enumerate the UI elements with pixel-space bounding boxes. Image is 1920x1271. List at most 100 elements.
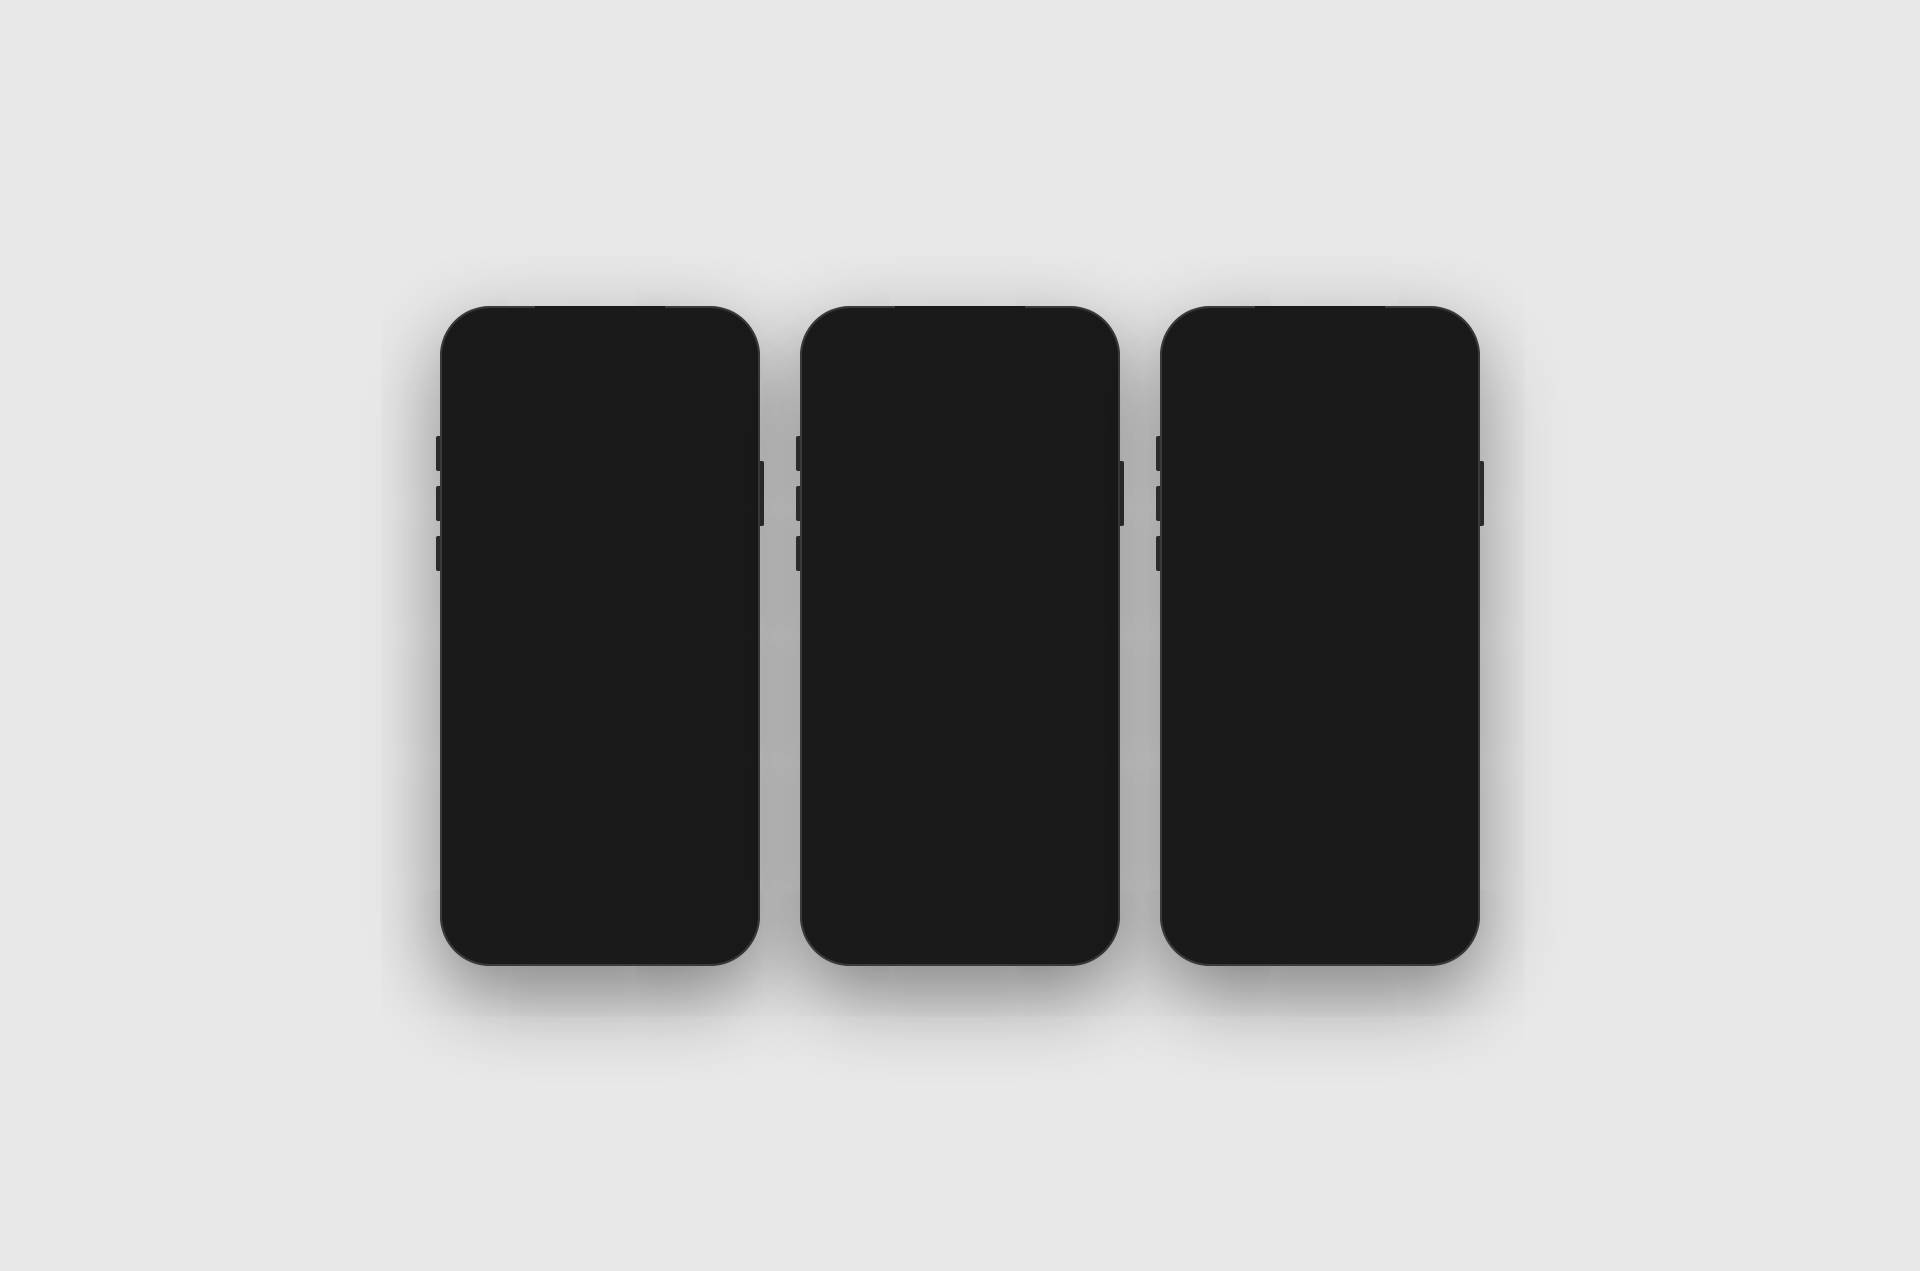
divider-2 [820, 420, 1100, 421]
menu-item-associate-convert[interactable]: Associate Convert [460, 633, 740, 682]
note-title-row-1: $ Affiliates and Deals [452, 384, 748, 428]
bear-label: Send to Bear [874, 636, 967, 654]
nav-search-icon-2[interactable] [1037, 352, 1055, 375]
nav-doc-icon-2[interactable] [828, 351, 846, 376]
fantastical-label: Event in Fantastical [874, 489, 1014, 507]
associate-convert-icon-2 [834, 822, 862, 850]
paste-icon [474, 545, 502, 573]
menu-item-associate-search-2[interactable]: Associate Search [820, 861, 1100, 910]
copy-icon [474, 496, 502, 524]
operations-button-2[interactable]: Operations [862, 921, 930, 937]
menu-item-bear[interactable]: ≡ Send to Bear [820, 621, 1100, 669]
phone-2-screen: 9:01 ▲ ▪▪▪ 📶 🔋 [812, 318, 1108, 954]
save-files-icon [834, 435, 862, 463]
blink-search-icon [474, 790, 502, 818]
plus-button-2[interactable]: + [1081, 919, 1092, 940]
divider-1 [460, 428, 740, 429]
note-title-1: Affiliates and Deals [510, 394, 667, 414]
menu-scroll-2: Save to Files as... 15 Event in Fantasti… [812, 425, 1108, 954]
menu-item-todos-things[interactable]: Todos in Things [820, 714, 1100, 763]
delete-button[interactable]: Delete [955, 673, 1019, 710]
eye-icon-2: 👁 [828, 921, 846, 938]
menu-item-blink-convert[interactable]: Blink Convert [460, 731, 740, 780]
status-bar-2: 9:01 ▲ ▪▪▪ 📶 🔋 [812, 318, 1108, 347]
keyboard-icon [474, 447, 502, 475]
status-time-1: 9:00 [472, 328, 498, 343]
tweetbot-icon [834, 582, 862, 610]
todos-things-label: Todos in Things [874, 729, 986, 747]
note-icon-1: $ [468, 388, 500, 420]
home-indicator-1 [550, 944, 650, 948]
select-all-label: Select All [514, 452, 580, 470]
menu-item-dayone[interactable]: Day One [820, 523, 1100, 572]
nav-bar-1: ••• [452, 347, 748, 384]
nav-bar-2: ••• [812, 347, 1108, 384]
phone-2: 9:01 ▲ ▪▪▪ 📶 🔋 [800, 306, 1120, 966]
associate-search-icon-2 [834, 871, 862, 899]
blink-search-label: Blink Search [514, 795, 604, 813]
associate-convert-label-2: Associate Convert [874, 827, 1004, 845]
menu-item-tweetbot[interactable]: Tweet with Tweetbot [820, 572, 1100, 621]
menu-item-select-all[interactable]: Select All [460, 437, 740, 486]
status-icons-2: ▲ ▪▪▪ 📶 🔋 [1027, 329, 1088, 342]
menu-item-associate-search[interactable]: Associate Search [460, 682, 740, 731]
status-icons-1: ▲ ▪▪▪ 📶 🔋 [667, 329, 728, 342]
menu-item-fantastical[interactable]: 15 Event in Fantastical [820, 474, 1100, 523]
edit-button[interactable]: Edit [820, 673, 884, 710]
fantastical-icon: 15 [834, 484, 862, 512]
plus-button-1[interactable]: + [721, 919, 732, 940]
phone-3-screen: 9:00 ▲ ▪▪▪ 📶 🔋 [1172, 318, 1468, 954]
nav-doc-icon-1[interactable] [468, 351, 486, 376]
status-bar-1: 9:00 ▲ ▪▪▪ 📶 🔋 [452, 318, 748, 347]
blink-convert-label: Blink Convert [514, 746, 609, 764]
menu-item-copy[interactable]: Copy [460, 486, 740, 535]
menu-item-blink-search[interactable]: Blink Search [460, 780, 740, 828]
dayone-icon [834, 533, 862, 561]
svg-text:15: 15 [844, 497, 853, 506]
associate-convert-icon [474, 643, 502, 671]
sheet-partial: Sheet i... [1021, 673, 1100, 710]
note-title-2: Basic [862, 390, 907, 410]
menu-item-associate-convert-2[interactable]: Associate Convert [820, 812, 1100, 861]
associate-search-icon [474, 692, 502, 720]
blink-convert-icon [474, 741, 502, 769]
eye-icon-1: 👁 [468, 921, 486, 938]
menu-list-2-top: Save to Files as... 15 Event in Fantasti… [820, 425, 1100, 669]
save-files-label: Save to Files as... [874, 440, 1001, 458]
phone-1: 9:00 ▲ ▪▪▪ 📶 🔋 [440, 306, 760, 966]
find-replace-label: Find and Replace [514, 599, 639, 617]
duplicate-button[interactable]: Duplicate [886, 673, 954, 710]
note-icon-2 [828, 388, 852, 412]
nav-search-icon-1[interactable] [677, 352, 695, 375]
find-replace-icon [474, 594, 502, 622]
menu-item-find-replace[interactable]: Find and Replace [460, 584, 740, 633]
select-button-1[interactable]: Select [667, 921, 706, 937]
operations-button-1[interactable]: Operations [502, 921, 570, 937]
note-title-row-2: Basic [812, 384, 1108, 420]
menu-item-add-things-notes[interactable]: Add to Things with Notes [820, 763, 1100, 812]
nav-more-icon-2[interactable]: ••• [1069, 352, 1092, 375]
bear-icon: ≡ [834, 631, 862, 659]
associate-convert-label: Associate Convert [514, 648, 644, 666]
svg-text:≡: ≡ [844, 639, 851, 653]
nav-more-icon-1[interactable]: ••• [709, 352, 732, 375]
tweetbot-label: Tweet with Tweetbot [874, 587, 1019, 605]
select-button-2[interactable]: Select [1027, 921, 1066, 937]
home-indicator-2 [910, 944, 1010, 948]
add-things-notes-icon [834, 773, 862, 801]
phone-3: 9:00 ▲ ▪▪▪ 📶 🔋 [1160, 306, 1480, 966]
menu-item-paste[interactable]: Paste [460, 535, 740, 584]
associate-search-label: Associate Search [514, 697, 639, 715]
menu-scroll-1: Select All Copy [452, 437, 748, 954]
add-things-notes-label: Add to Things with Notes [874, 778, 1052, 796]
copy-label: Copy [514, 501, 551, 519]
menu-item-save-files[interactable]: Save to Files as... [820, 425, 1100, 474]
chevron-icon-2: › [852, 921, 857, 937]
status-time-2: 9:01 [832, 328, 858, 343]
dayone-label: Day One [874, 538, 937, 556]
paste-label: Paste [514, 550, 555, 568]
associate-search-label-2: Associate Search [874, 876, 999, 894]
action-buttons-row: Edit Duplicate Delete Sheet i... [820, 673, 1100, 710]
todos-things-icon [834, 724, 862, 752]
chevron-icon-1: › [492, 921, 497, 937]
